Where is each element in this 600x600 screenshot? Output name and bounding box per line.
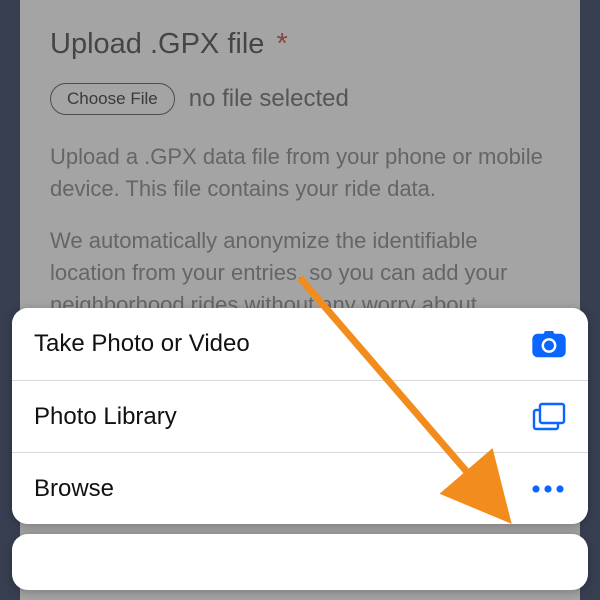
action-sheet: Take Photo or Video Photo Library Brow [12, 308, 588, 590]
action-take-photo[interactable]: Take Photo or Video [12, 308, 588, 380]
action-browse[interactable]: Browse [12, 452, 588, 524]
action-cancel[interactable] [12, 534, 588, 590]
stack-icon [532, 402, 566, 432]
more-icon [530, 484, 566, 494]
action-label: Take Photo or Video [34, 330, 250, 358]
action-label: Photo Library [34, 403, 177, 431]
action-label: Browse [34, 475, 114, 503]
action-sheet-group: Take Photo or Video Photo Library Brow [12, 308, 588, 524]
camera-icon [532, 330, 566, 358]
action-photo-library[interactable]: Photo Library [12, 380, 588, 452]
